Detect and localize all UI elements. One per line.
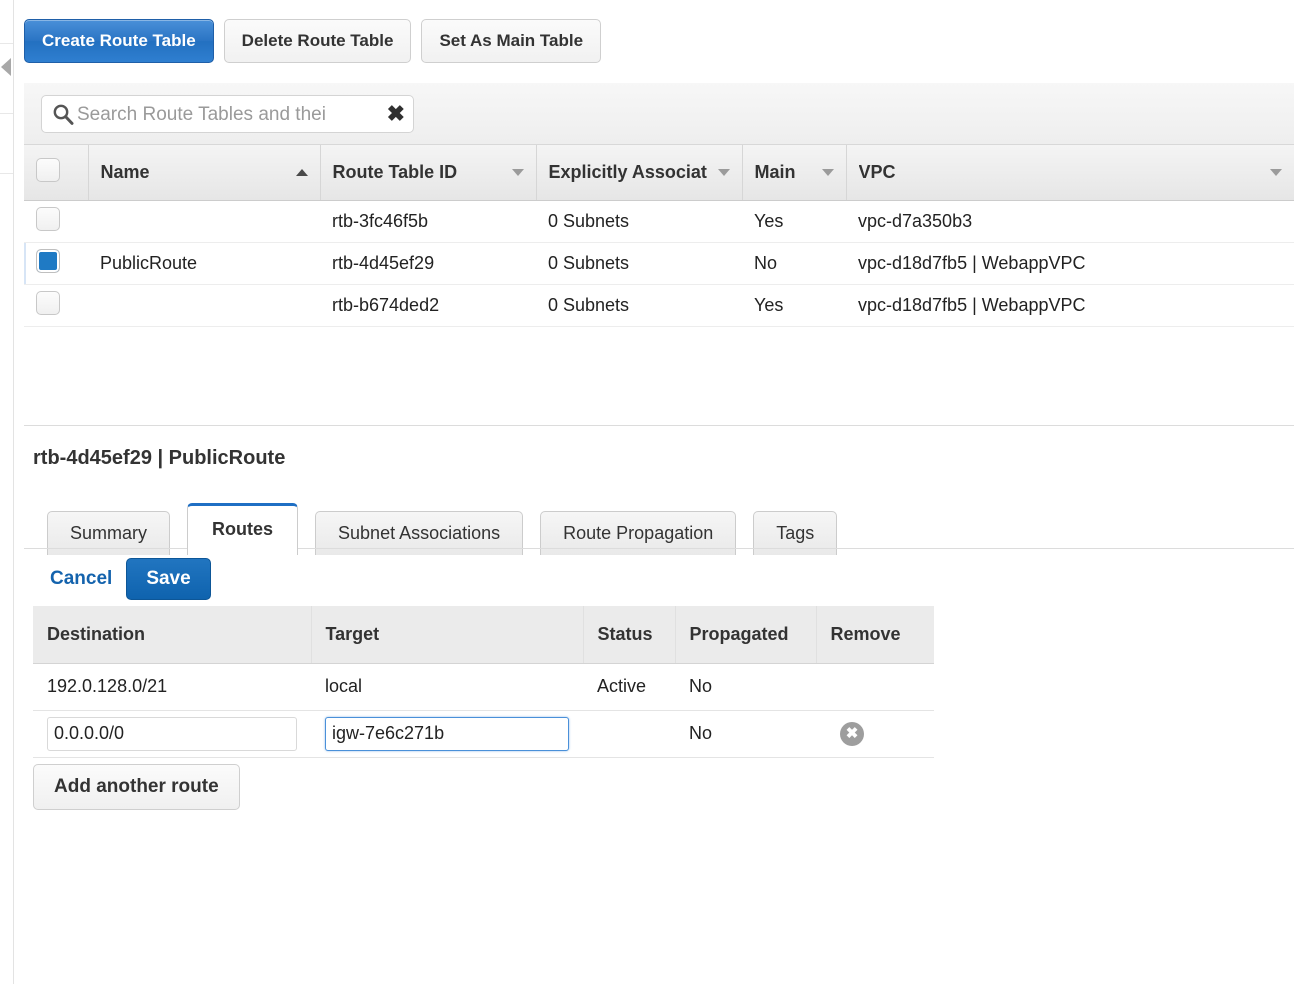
column-header-target: Target	[310, 606, 583, 664]
route-propagated: No	[675, 663, 816, 711]
tab-routes[interactable]: Routes	[187, 503, 299, 555]
select-all-checkbox[interactable]	[36, 157, 60, 182]
destination-input[interactable]	[47, 716, 297, 751]
route-target: local	[311, 663, 583, 711]
list-header-row: Name Route Table ID Explicitly Associat	[24, 145, 1294, 201]
table-row[interactable]: PublicRoute rtb-4d45ef29 0 Subnets No vp…	[24, 242, 1294, 285]
column-header-remove: Remove	[815, 606, 934, 664]
cell-name: PublicRoute	[88, 242, 320, 285]
cell-vpc: vpc-d18d7fb5 | WebappVPC	[846, 242, 1294, 285]
clear-search-icon[interactable]: ✖	[385, 103, 405, 125]
add-route-container: Add another route	[33, 764, 240, 810]
chevron-down-icon	[821, 168, 834, 176]
column-header-explicitly-associated[interactable]: Explicitly Associat	[535, 145, 742, 201]
column-label: VPC	[858, 161, 896, 182]
search-strip: Search Route Tables and thei ✖	[24, 83, 1294, 145]
row-select-cell	[24, 200, 88, 243]
target-input[interactable]	[325, 716, 569, 751]
panel-divider	[24, 425, 1294, 426]
column-header-main[interactable]: Main	[741, 145, 846, 201]
cancel-button[interactable]: Cancel	[50, 568, 112, 590]
cell-main: Yes	[742, 284, 846, 327]
cell-explicitly-associated: 0 Subnets	[536, 242, 742, 285]
route-status: Active	[583, 663, 675, 711]
delete-route-table-button[interactable]: Delete Route Table	[223, 19, 412, 63]
route-status	[583, 710, 675, 758]
set-as-main-table-button[interactable]: Set As Main Table	[421, 19, 602, 63]
row-checkbox[interactable]	[36, 206, 60, 231]
cell-vpc: vpc-d7a350b3	[846, 200, 1294, 243]
cell-route-table-id: rtb-3fc46f5b	[320, 200, 536, 243]
route-remove-cell: ✖	[816, 710, 934, 758]
column-header-destination: Destination	[33, 606, 311, 664]
column-label: Explicitly Associat	[548, 161, 707, 182]
cell-vpc: vpc-d18d7fb5 | WebappVPC	[846, 284, 1294, 327]
route-destination-cell	[33, 710, 311, 758]
toolbar: Create Route Table Delete Route Table Se…	[24, 19, 602, 63]
remove-route-icon[interactable]: ✖	[840, 721, 864, 746]
left-rail	[0, 0, 14, 984]
route-destination: 192.0.128.0/21	[33, 663, 311, 711]
row-checkbox[interactable]	[36, 290, 60, 315]
route-tables-list: Name Route Table ID Explicitly Associat	[24, 145, 1294, 327]
route-propagated: No	[675, 710, 816, 758]
route-tables-page: Create Route Table Delete Route Table Se…	[0, 0, 1294, 984]
chevron-down-icon	[717, 168, 730, 176]
chevron-down-icon	[1270, 168, 1282, 176]
table-row[interactable]: rtb-b674ded2 0 Subnets Yes vpc-d18d7fb5 …	[24, 284, 1294, 327]
cell-main: Yes	[742, 200, 846, 243]
cell-route-table-id: rtb-b674ded2	[320, 284, 536, 327]
route-editor-actions: Cancel Save	[50, 558, 211, 600]
rail-segment	[0, 44, 13, 114]
search-icon	[52, 103, 74, 125]
search-placeholder-text: Search Route Tables and thei	[77, 104, 326, 124]
cell-explicitly-associated: 0 Subnets	[536, 284, 742, 327]
chevron-down-icon	[511, 168, 524, 176]
rail-segment	[0, 114, 13, 174]
column-label: Route Table ID	[332, 161, 458, 182]
column-header-status: Status	[582, 606, 675, 664]
table-row[interactable]: rtb-3fc46f5b 0 Subnets Yes vpc-d7a350b3	[24, 200, 1294, 243]
create-route-table-button[interactable]: Create Route Table	[24, 19, 214, 63]
cell-name	[88, 284, 320, 327]
route-remove-cell	[816, 663, 934, 711]
column-header-name[interactable]: Name	[87, 145, 320, 201]
column-label: Main	[754, 161, 796, 182]
cell-explicitly-associated: 0 Subnets	[536, 200, 742, 243]
page-title: rtb-4d45ef29 | PublicRoute	[33, 447, 286, 469]
column-header-propagated: Propagated	[674, 606, 816, 664]
cell-main: No	[742, 242, 846, 285]
column-header-route-table-id[interactable]: Route Table ID	[319, 145, 536, 201]
cell-route-table-id: rtb-4d45ef29	[320, 242, 536, 285]
route-row: 192.0.128.0/21 local Active No	[33, 663, 934, 711]
row-select-cell	[24, 284, 88, 327]
select-all-header	[24, 145, 88, 201]
sort-ascending-icon	[295, 168, 308, 176]
search-input[interactable]: Search Route Tables and thei ✖	[41, 95, 414, 133]
cell-name	[88, 200, 320, 243]
save-button[interactable]: Save	[126, 558, 211, 600]
row-checkbox[interactable]	[36, 248, 60, 273]
column-header-vpc[interactable]: VPC	[845, 145, 1294, 201]
route-row: No ✖	[33, 710, 934, 758]
collapse-panel-icon[interactable]	[1, 58, 11, 76]
routes-table: Destination Target Status Propagated Rem…	[33, 606, 934, 758]
routes-header-row: Destination Target Status Propagated Rem…	[33, 606, 934, 664]
route-target-cell	[311, 710, 583, 758]
row-select-cell	[24, 242, 88, 285]
rail-segment	[0, 0, 13, 44]
column-label: Name	[100, 161, 150, 182]
add-another-route-button[interactable]: Add another route	[33, 764, 240, 810]
